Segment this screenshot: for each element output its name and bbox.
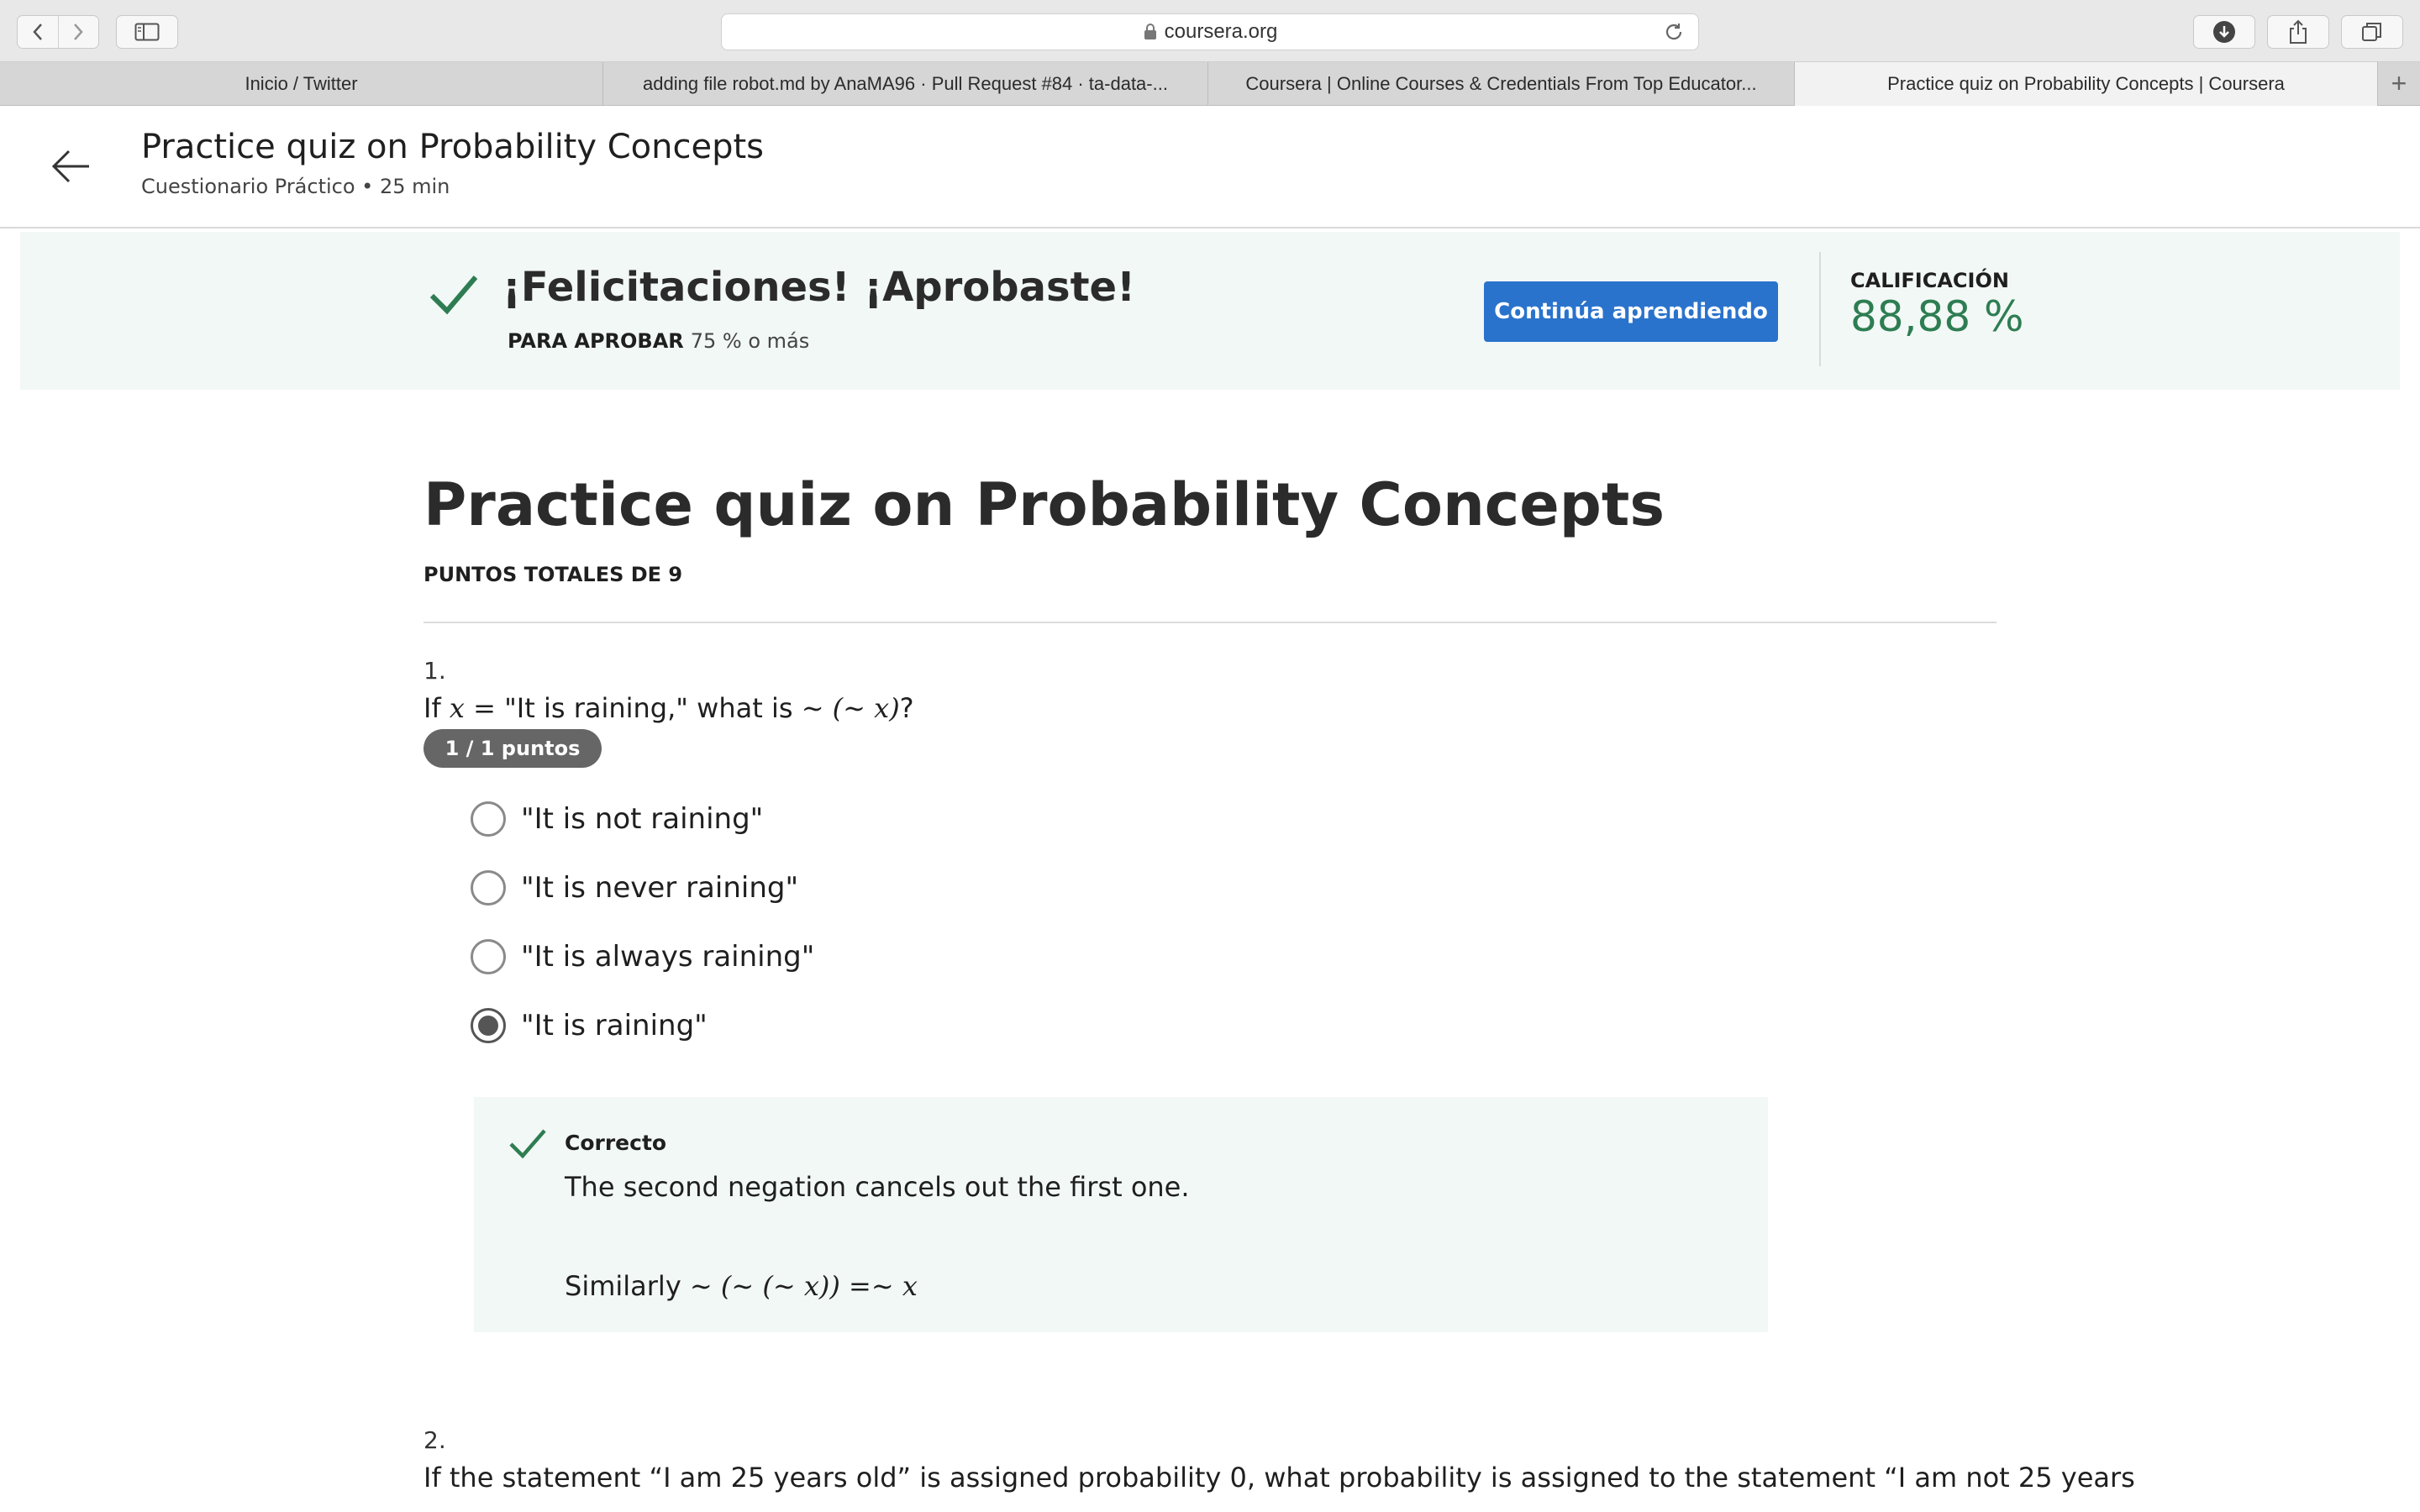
radio-button[interactable] [471,870,506,906]
tab-twitter[interactable]: Inicio / Twitter [0,62,603,106]
congrats-title: ¡Felicitaciones! ¡Aprobaste! [502,264,1135,311]
pass-value: 75 % o más [690,329,810,353]
chevron-right-icon [74,24,84,40]
sidebar-toggle-button[interactable] [116,15,178,49]
back-nav-button[interactable] [18,16,58,48]
reload-icon[interactable] [1663,21,1685,43]
share-icon [2290,19,2307,44]
quiz-title: Practice quiz on Probability Concepts [424,470,1665,539]
download-icon [2213,21,2235,43]
page-header: Practice quiz on Probability Concepts Cu… [0,106,2420,228]
pass-label: PARA APROBAR [508,329,684,353]
browser-toolbar: coursera.org [0,0,2420,62]
downloads-button[interactable] [2193,15,2255,49]
address-bar[interactable]: coursera.org [721,13,1699,50]
option-label: "It is not raining" [521,802,764,836]
question-number: 1. [424,657,446,685]
total-points: PUNTOS TOTALES DE 9 [424,563,683,586]
answer-option[interactable]: "It is never raining" [471,867,798,909]
tab-overview-button[interactable] [2341,15,2403,49]
radio-button[interactable] [471,801,506,837]
question-number: 2. [424,1426,446,1454]
share-button[interactable] [2267,15,2329,49]
url-text: coursera.org [1164,20,1278,43]
feedback-panel: Correcto The second negation cancels out… [474,1097,1768,1332]
radio-button[interactable] [471,939,506,974]
question-text: If x = "It is raining," what is ∼ (∼ x)? [424,692,914,724]
radio-button-selected[interactable] [471,1008,506,1043]
answer-option[interactable]: "It is not raining" [471,798,763,840]
new-tab-button[interactable]: + [2378,62,2420,105]
nav-buttons [17,15,99,49]
header-title: Practice quiz on Probability Concepts [141,128,765,166]
header-subtitle: Cuestionario Práctico • 25 min [141,175,450,198]
option-label: "It is always raining" [521,940,815,974]
plus-icon: + [2391,68,2407,98]
option-label: "It is raining" [521,1009,708,1042]
back-arrow-icon[interactable] [47,143,94,190]
feedback-text: The second negation cancels out the firs… [565,1171,1190,1203]
feedback-status: Correcto [565,1131,667,1155]
tab-coursera-home[interactable]: Coursera | Online Courses & Credentials … [1208,62,1795,106]
feedback-example: Similarly ∼ (∼ (∼ x)) =∼ x [565,1270,918,1302]
radio-dot [478,1016,498,1036]
sidebar-icon [134,23,160,41]
tab-github-pr[interactable]: adding file robot.md by AnaMA96 · Pull R… [603,62,1208,106]
grade-label: CALIFICACIÓN [1850,269,2009,292]
result-banner: ¡Felicitaciones! ¡Aprobaste! PARA APROBA… [20,232,2400,390]
tab-practice-quiz[interactable]: Practice quiz on Probability Concepts | … [1795,62,2378,106]
continue-learning-button[interactable]: Continúa aprendiendo [1484,281,1778,342]
divider [424,622,1996,623]
check-icon [429,276,478,315]
divider [1819,252,1821,366]
check-icon [509,1129,546,1159]
tab-bar: Inicio / Twitter adding file robot.md by… [0,62,2420,106]
option-label: "It is never raining" [521,871,799,905]
answer-option-selected[interactable]: "It is raining" [471,1005,708,1047]
points-badge: 1 / 1 puntos [424,729,602,768]
chevron-left-icon [33,24,42,40]
tabs-icon [2362,23,2381,41]
grade-value: 88,88 % [1850,292,2024,341]
question-text: If the statement “I am 25 years old” is … [424,1462,2135,1494]
lock-icon [1144,24,1156,39]
pass-requirement: PARA APROBAR 75 % o más [508,329,809,353]
answer-option[interactable]: "It is always raining" [471,936,814,978]
forward-nav-button[interactable] [57,16,98,48]
